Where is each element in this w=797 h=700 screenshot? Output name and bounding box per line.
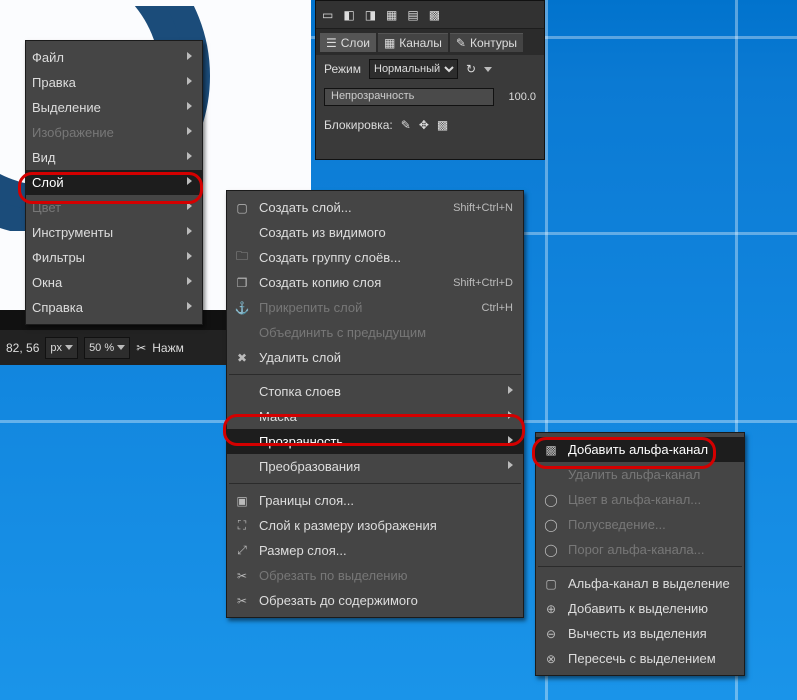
tool-icon[interactable]: ▤ <box>407 8 418 22</box>
circle-icon: ◯ <box>542 516 560 534</box>
opacity-slider[interactable]: Непрозрачность <box>324 88 494 106</box>
menu-windows[interactable]: Окна <box>26 270 202 295</box>
layer-transform[interactable]: Преобразования <box>227 454 523 479</box>
add-to-selection[interactable]: ⊕Добавить к выделению <box>536 596 744 621</box>
subtract-from-selection[interactable]: ⊖Вычесть из выделения <box>536 621 744 646</box>
threshold-alpha[interactable]: ◯Порог альфа-канала... <box>536 537 744 562</box>
layer-new-group[interactable]: 🗀Создать группу слоёв... <box>227 245 523 270</box>
mode-label: Режим <box>324 62 361 76</box>
scissors-icon: ✂ <box>136 341 146 355</box>
crop-icon: ✂ <box>233 567 251 585</box>
menu-separator <box>229 483 521 484</box>
opacity-value: 100.0 <box>508 91 536 103</box>
circle-icon: ◯ <box>542 541 560 559</box>
desktop-background: 82, 56 px 50 % ✂ Нажм ▭ ◧ ◨ ▦ ▤ ▩ ☰Слои … <box>0 0 797 700</box>
paths-icon: ✎ <box>456 36 466 50</box>
selection-replace-icon: ▢ <box>542 575 560 593</box>
submenu-arrow-icon <box>187 52 192 60</box>
remove-alpha-channel[interactable]: Удалить альфа-канал <box>536 462 744 487</box>
menu-image[interactable]: Изображение <box>26 120 202 145</box>
opacity-row: Непрозрачность 100.0 <box>316 83 544 111</box>
checker-icon: ▩ <box>542 441 560 459</box>
tool-icon[interactable]: ▭ <box>322 8 333 22</box>
fit-icon: ⛶ <box>233 517 251 535</box>
scale-icon: ⤢ <box>233 542 251 560</box>
menu-layer[interactable]: Слой <box>26 170 202 195</box>
tool-icon[interactable]: ▦ <box>386 8 397 22</box>
lock-row: Блокировка: ✎ ✥ ▩ <box>316 111 544 139</box>
menu-color[interactable]: Цвет <box>26 195 202 220</box>
tool-icon[interactable]: ◨ <box>365 8 376 22</box>
add-alpha-channel[interactable]: ▩Добавить альфа-канал <box>536 437 744 462</box>
semi-flatten[interactable]: ◯Полусведение... <box>536 512 744 537</box>
chevron-down-icon <box>117 345 125 350</box>
lock-pixels-icon[interactable]: ✎ <box>401 118 411 132</box>
menu-edit[interactable]: Правка <box>26 70 202 95</box>
layer-mask[interactable]: Маска <box>227 404 523 429</box>
layer-new-visible[interactable]: Создать из видимого <box>227 220 523 245</box>
dock-toolbar: ▭ ◧ ◨ ▦ ▤ ▩ <box>316 1 544 29</box>
menu-file[interactable]: Файл <box>26 45 202 70</box>
blend-mode-row: Режим Нормальный ↻ <box>316 55 544 83</box>
menu-select[interactable]: Выделение <box>26 95 202 120</box>
tab-paths[interactable]: ✎Контуры <box>450 33 523 52</box>
layer-new[interactable]: ▢Создать слой...Shift+Ctrl+N <box>227 195 523 220</box>
layer-boundary[interactable]: ▣Границы слоя... <box>227 488 523 513</box>
layer-stack[interactable]: Стопка слоев <box>227 379 523 404</box>
main-menu: Файл Правка Выделение Изображение Вид Сл… <box>25 40 203 325</box>
layers-dock: ▭ ◧ ◨ ▦ ▤ ▩ ☰Слои ▦Каналы ✎Контуры Режим… <box>315 0 545 160</box>
selection-subtract-icon: ⊖ <box>542 625 560 643</box>
layer-crop-selection[interactable]: ✂Обрезать по выделению <box>227 563 523 588</box>
layer-scale[interactable]: ⤢Размер слоя... <box>227 538 523 563</box>
layer-transparency[interactable]: Прозрачность <box>227 429 523 454</box>
circle-icon: ◯ <box>542 491 560 509</box>
delete-icon: ✖ <box>233 349 251 367</box>
menu-tools[interactable]: Инструменты <box>26 220 202 245</box>
opacity-label: Непрозрачность <box>331 90 414 102</box>
transparency-submenu: ▩Добавить альфа-канал Удалить альфа-кана… <box>535 432 745 676</box>
unit-select[interactable]: px <box>45 337 78 359</box>
menu-separator <box>229 374 521 375</box>
lock-label: Блокировка: <box>324 118 393 132</box>
lock-position-icon[interactable]: ✥ <box>419 118 429 132</box>
bounds-icon: ▣ <box>233 492 251 510</box>
menu-help[interactable]: Справка <box>26 295 202 320</box>
pointer-coords: 82, 56 <box>6 341 39 355</box>
folder-icon: 🗀 <box>233 249 251 267</box>
chevron-down-icon <box>65 345 73 350</box>
menu-filters[interactable]: Фильтры <box>26 245 202 270</box>
reset-icon[interactable]: ↻ <box>466 62 476 76</box>
layers-icon: ☰ <box>326 36 337 50</box>
tool-icon[interactable]: ◧ <box>343 8 354 22</box>
layer-submenu: ▢Создать слой...Shift+Ctrl+N Создать из … <box>226 190 524 618</box>
layer-crop-content[interactable]: ✂Обрезать до содержимого <box>227 588 523 613</box>
crop-icon: ✂ <box>233 592 251 610</box>
layer-merge-down[interactable]: Объединить с предыдущим <box>227 320 523 345</box>
mode-select[interactable]: Нормальный <box>369 59 458 79</box>
zoom-select[interactable]: 50 % <box>84 337 130 359</box>
layer-duplicate[interactable]: ❐Создать копию слояShift+Ctrl+D <box>227 270 523 295</box>
anchor-icon: ⚓ <box>233 299 251 317</box>
selection-add-icon: ⊕ <box>542 600 560 618</box>
layer-anchor[interactable]: ⚓Прикрепить слойCtrl+H <box>227 295 523 320</box>
tool-icon[interactable]: ▩ <box>429 8 440 22</box>
tab-channels[interactable]: ▦Каналы <box>378 33 448 52</box>
dock-tabs: ☰Слои ▦Каналы ✎Контуры <box>316 29 544 55</box>
menu-view[interactable]: Вид <box>26 145 202 170</box>
layer-to-image-size[interactable]: ⛶Слой к размеру изображения <box>227 513 523 538</box>
tab-layers[interactable]: ☰Слои <box>320 33 376 52</box>
layer-delete[interactable]: ✖Удалить слой <box>227 345 523 370</box>
menu-separator <box>538 566 742 567</box>
status-hint: Нажм <box>152 341 184 355</box>
intersect-selection[interactable]: ⊗Пересечь с выделением <box>536 646 744 671</box>
color-to-alpha[interactable]: ◯Цвет в альфа-канал... <box>536 487 744 512</box>
duplicate-icon: ❐ <box>233 274 251 292</box>
new-layer-icon: ▢ <box>233 199 251 217</box>
lock-alpha-icon[interactable]: ▩ <box>437 118 448 132</box>
alpha-to-selection[interactable]: ▢Альфа-канал в выделение <box>536 571 744 596</box>
selection-intersect-icon: ⊗ <box>542 650 560 668</box>
channels-icon: ▦ <box>384 36 395 50</box>
chevron-down-icon[interactable] <box>484 67 492 72</box>
